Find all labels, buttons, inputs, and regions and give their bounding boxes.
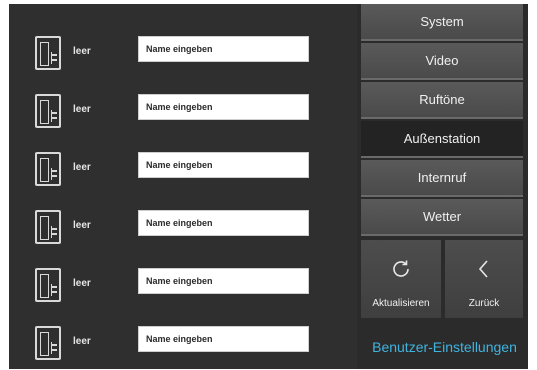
outdoor-station-icon — [35, 326, 61, 360]
outdoor-station-icon — [35, 36, 61, 70]
back-label: Zurück — [468, 298, 500, 309]
outdoor-station-icon — [35, 210, 61, 244]
menu-item-intercom[interactable]: Internruf — [361, 160, 523, 197]
menu-item-outdoor-station[interactable]: Außenstation — [361, 121, 523, 158]
device-screen: leer leer leer leer leer leer — [9, 4, 528, 369]
refresh-label: Aktualisieren — [372, 298, 430, 309]
list-item: leer — [9, 152, 357, 210]
list-item: leer — [9, 210, 357, 268]
station-name-input[interactable] — [138, 326, 309, 352]
list-item: leer — [9, 36, 357, 94]
menu-item-ringtones[interactable]: Ruftöne — [361, 82, 523, 119]
station-name-input[interactable] — [138, 268, 309, 294]
station-name-input[interactable] — [138, 36, 309, 62]
station-status-label: leer — [73, 104, 91, 115]
station-status-label: leer — [73, 46, 91, 57]
list-item: leer — [9, 94, 357, 152]
menu-item-weather[interactable]: Wetter — [361, 199, 523, 236]
back-button[interactable]: Zurück — [445, 240, 523, 318]
list-item: leer — [9, 326, 357, 370]
station-name-input[interactable] — [138, 94, 309, 120]
settings-menu: System Video Ruftöne Außenstation Intern… — [361, 4, 528, 369]
menu-item-video[interactable]: Video — [361, 43, 523, 80]
station-name-input[interactable] — [138, 210, 309, 236]
chevron-left-icon — [445, 258, 523, 285]
station-status-label: leer — [73, 220, 91, 231]
refresh-button[interactable]: Aktualisieren — [361, 240, 441, 318]
station-list: leer leer leer leer leer leer — [9, 4, 357, 369]
outdoor-station-icon — [35, 152, 61, 186]
outdoor-station-icon — [35, 268, 61, 302]
screen-title: Benutzer-Einstellungen — [372, 338, 517, 355]
list-item: leer — [9, 268, 357, 326]
menu-item-system[interactable]: System — [361, 4, 523, 41]
station-status-label: leer — [73, 336, 91, 347]
station-status-label: leer — [73, 162, 91, 173]
station-status-label: leer — [73, 278, 91, 289]
refresh-icon — [361, 258, 441, 285]
outdoor-station-icon — [35, 94, 61, 128]
station-name-input[interactable] — [138, 152, 309, 178]
